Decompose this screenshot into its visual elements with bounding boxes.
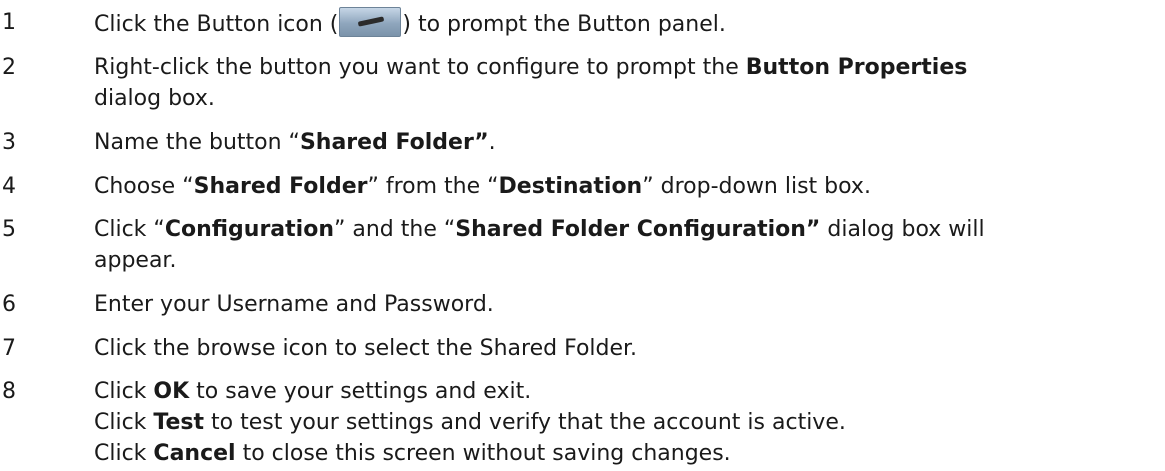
step-line: Click Test to test your settings and ver… [94,407,1162,438]
step-text: Enter your Username and Password. [94,289,1162,320]
step-line: Right-click the button you want to confi… [94,52,1162,83]
step-number: 6 [2,292,16,317]
text-run: appear. [94,248,177,273]
text-run: Click [94,379,154,404]
step-text: Right-click the button you want to confi… [94,52,1162,114]
step-line: Click Cancel to close this screen withou… [94,438,1162,469]
step-number: 2 [2,55,16,80]
text-run: dialog box. [94,86,215,111]
step-line: appear. [94,245,1162,276]
step-number: 5 [2,217,16,242]
text-run: Name the button “ [94,130,300,155]
bold-term: Shared Folder” [299,130,489,155]
text-run: Enter your Username and Password. [94,292,494,317]
bold-term: Test [153,410,205,435]
text-run: dialog box will [820,217,985,242]
text-run: to save your settings and exit. [189,379,532,404]
button-panel-icon [339,7,402,37]
step-line: Click “Configuration” and the “Shared Fo… [94,214,1162,245]
bold-term: Shared Folder Configuration” [455,217,821,242]
step-number: 8 [2,379,16,404]
step-line: Click OK to save your settings and exit. [94,376,1162,407]
bold-term: Shared Folder [193,174,368,199]
text-run: Choose “ [94,174,194,199]
text-run: Click the browse icon to select the Shar… [94,336,638,361]
step-number: 1 [2,10,16,35]
text-run: Right-click the button you want to confi… [94,55,746,80]
step-text: Choose “Shared Folder” from the “Destina… [94,171,1162,202]
text-run: ” drop-down list box. [642,174,871,199]
bold-term: Destination [498,174,643,199]
button-glyph [358,16,385,27]
step-text: Click the Button icon ( ) to prompt the B… [94,7,1162,40]
text-run: ” and the “ [333,217,456,242]
bold-term: Cancel [153,441,236,466]
text-run: ” from the “ [367,174,499,199]
text-run: Click [94,410,154,435]
bold-term: Configuration [164,217,334,242]
text-run: ) to prompt the Button panel. [402,12,726,37]
text-run: to close this screen without saving chan… [235,441,731,466]
step-text: Click OK to save your settings and exit.… [94,376,1162,469]
step-text: Name the button “Shared Folder”. [94,127,1162,158]
text-run: Click “ [94,217,165,242]
step-line: Choose “Shared Folder” from the “Destina… [94,171,1162,202]
bold-term: OK [153,379,190,404]
step-number: 4 [2,174,16,199]
bold-term: Button Properties [745,55,968,80]
step-line: Name the button “Shared Folder”. [94,127,1162,158]
step-line: dialog box. [94,83,1162,114]
step-number: 3 [2,130,16,155]
text-run: . [488,130,496,155]
step-line: Click the browse icon to select the Shar… [94,333,1162,364]
step-line: Click the Button icon ( ) to prompt the B… [94,7,1162,40]
text-run: to test your settings and verify that th… [204,410,846,435]
step-line: Enter your Username and Password. [94,289,1162,320]
step-number: 7 [2,336,16,361]
text-run: Click [94,441,154,466]
step-text: Click “Configuration” and the “Shared Fo… [94,214,1162,276]
text-run: Click the Button icon ( [94,12,339,37]
step-text: Click the browse icon to select the Shar… [94,333,1162,364]
